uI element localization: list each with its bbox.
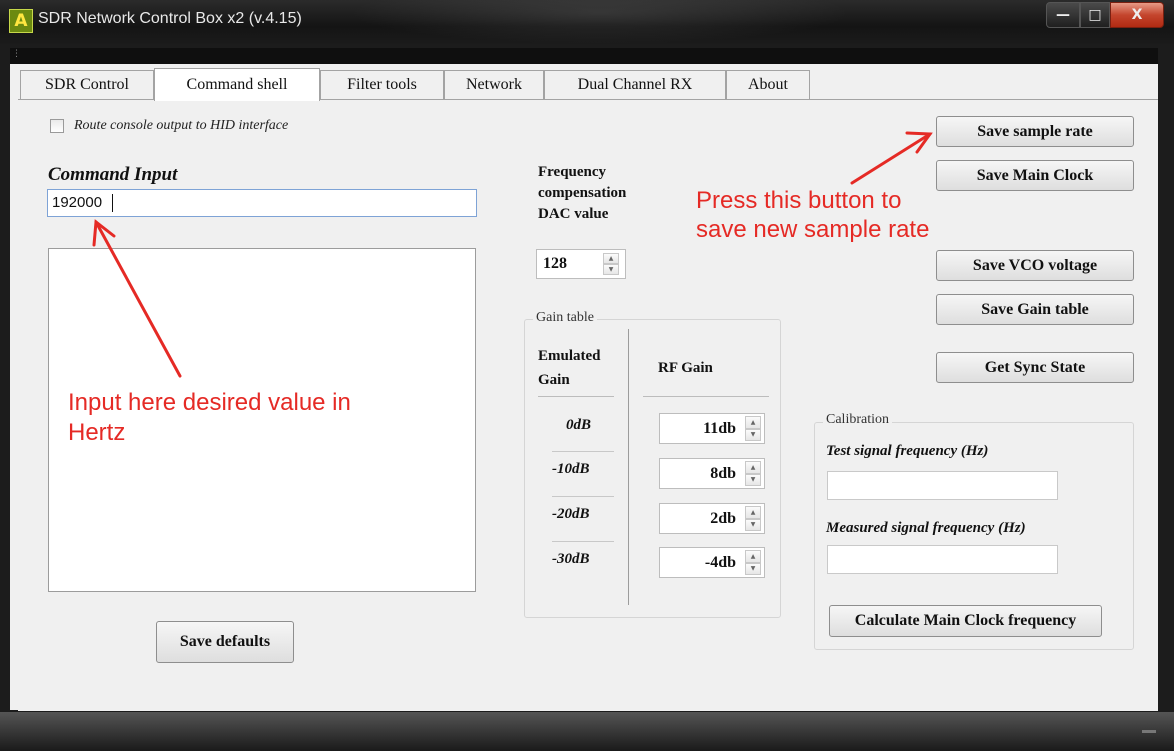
arrow-to-save-sample-rate-icon (850, 132, 932, 185)
arrow-to-command-input-icon (94, 220, 182, 378)
arrowhead-icon (92, 219, 116, 247)
tab-command-shell[interactable]: Command shell (154, 68, 320, 101)
annotation-arrows (92, 131, 933, 378)
